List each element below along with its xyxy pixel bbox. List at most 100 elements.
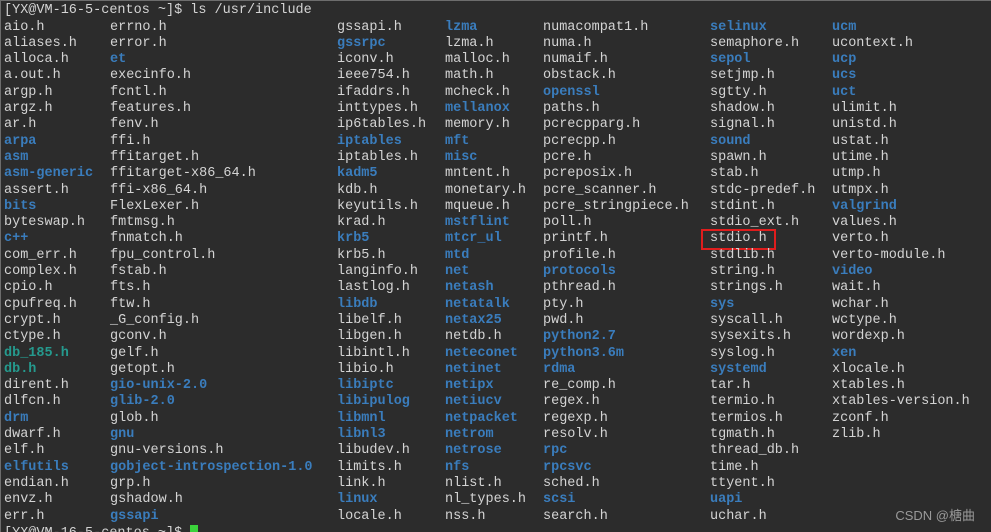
listing-row: kdb.h xyxy=(337,183,426,199)
file-entry: values.h xyxy=(832,215,897,231)
listing-row: malloc.h xyxy=(445,52,526,68)
listing-row: valgrind xyxy=(832,199,970,215)
listing-row: nfs xyxy=(445,460,526,476)
file-entry: cpufreq.h xyxy=(4,296,77,312)
file-entry: pthread.h xyxy=(543,280,616,296)
listing-row: tgmath.h xyxy=(710,427,815,443)
directory-entry: libdb xyxy=(337,296,378,312)
file-entry: crypt.h xyxy=(4,312,61,328)
listing-row: gssapi xyxy=(110,509,313,525)
listing-row: spawn.h xyxy=(710,150,815,166)
directory-entry: elfutils xyxy=(4,459,69,475)
listing-row: ffitarget.h xyxy=(110,150,313,166)
listing-row: profile.h xyxy=(543,248,689,264)
listing-row: gconv.h xyxy=(110,329,313,345)
file-entry: netdb.h xyxy=(445,329,502,345)
file-entry: ffitarget-x86_64.h xyxy=(110,166,256,182)
listing-row: resolv.h xyxy=(543,427,689,443)
listing-row: xen xyxy=(832,346,970,362)
file-entry: ffi.h xyxy=(110,133,151,149)
file-entry: zconf.h xyxy=(832,410,889,426)
listing-row: c++ xyxy=(4,231,93,247)
directory-entry: protocols xyxy=(543,264,616,280)
file-entry: fpu_control.h xyxy=(110,247,216,263)
file-entry: ftw.h xyxy=(110,296,151,312)
directory-entry: gio-unix-2.0 xyxy=(110,378,208,394)
directory-entry: mtd xyxy=(445,247,470,263)
file-entry: termio.h xyxy=(710,394,775,410)
listing-row: endian.h xyxy=(4,476,93,492)
listing-row: elfutils xyxy=(4,460,93,476)
terminal-window[interactable]: [YX@VM-16-5-centos ~]$ ls /usr/include ai… xyxy=(0,0,991,532)
listing-row: arpa xyxy=(4,134,93,150)
listing-row: gio-unix-2.0 xyxy=(110,378,313,394)
listing-row: wait.h xyxy=(832,280,970,296)
listing-row: libdb xyxy=(337,297,426,313)
csdn-watermark: CSDN @榶曲 xyxy=(895,507,975,523)
file-entry: assert.h xyxy=(4,182,69,198)
listing-row: aio.h xyxy=(4,20,93,36)
listing-row: stdc-predef.h xyxy=(710,183,815,199)
file-entry: verto.h xyxy=(832,231,889,247)
listing-row: pcre_scanner.h xyxy=(543,183,689,199)
directory-entry: mft xyxy=(445,133,470,149)
listing-row: python2.7 xyxy=(543,329,689,345)
listing-row: memory.h xyxy=(445,117,526,133)
listing-row: sound xyxy=(710,134,815,150)
listing-row: elf.h xyxy=(4,443,93,459)
listing-row: fenv.h xyxy=(110,117,313,133)
listing-row: printf.h xyxy=(543,231,689,247)
listing-row: netax25 xyxy=(445,313,526,329)
directory-entry: xen xyxy=(832,345,857,361)
listing-row: nl_types.h xyxy=(445,492,526,508)
file-entry: xlocale.h xyxy=(832,361,905,377)
listing-row: dirent.h xyxy=(4,378,93,394)
symlink-entry: db.h xyxy=(4,361,37,377)
file-entry: alloca.h xyxy=(4,52,69,68)
listing-row: unistd.h xyxy=(832,117,970,133)
listing-row: strings.h xyxy=(710,280,815,296)
listing-row: asm-generic xyxy=(4,166,93,182)
listing-row: uapi xyxy=(710,492,815,508)
file-entry: syscall.h xyxy=(710,312,783,328)
listing-row: sys xyxy=(710,297,815,313)
file-entry: iconv.h xyxy=(337,52,394,68)
listing-row: pcrecpp.h xyxy=(543,134,689,150)
file-entry: libio.h xyxy=(337,361,394,377)
shell-prompt: [YX@VM-16-5-centos ~]$ xyxy=(4,3,183,18)
listing-row: net xyxy=(445,264,526,280)
directory-entry: et xyxy=(110,52,127,68)
listing-output: aio.h aliases.h alloca.h a.out.h argp.h argz.… xyxy=(0,20,991,532)
listing-row: string.h xyxy=(710,264,815,280)
file-entry: time.h xyxy=(710,459,759,475)
listing-row: misc xyxy=(445,150,526,166)
file-entry: error.h xyxy=(110,35,167,51)
listing-row: pcre.h xyxy=(543,150,689,166)
directory-entry: lzma xyxy=(445,19,478,35)
listing-row: utime.h xyxy=(832,150,970,166)
listing-row: zconf.h xyxy=(832,411,970,427)
file-entry: numa.h xyxy=(543,35,592,51)
file-entry: pwd.h xyxy=(543,312,584,328)
listing-row: libio.h xyxy=(337,362,426,378)
listing-row: numacompat1.h xyxy=(543,20,689,36)
file-entry: fnmatch.h xyxy=(110,231,183,247)
file-entry: fstab.h xyxy=(110,264,167,280)
file-entry: lastlog.h xyxy=(337,280,410,296)
listing-row: gelf.h xyxy=(110,346,313,362)
listing-row: krad.h xyxy=(337,215,426,231)
listing-row: dlfcn.h xyxy=(4,394,93,410)
file-entry: mntent.h xyxy=(445,166,510,182)
file-entry: krb5.h xyxy=(337,247,386,263)
file-entry: glob.h xyxy=(110,410,159,426)
file-entry: krad.h xyxy=(337,215,386,231)
listing-column-2: errno.h error.h et execinfo.h fcntl.h feature… xyxy=(110,20,313,525)
file-entry: spawn.h xyxy=(710,149,767,165)
file-entry: monetary.h xyxy=(445,182,527,198)
directory-entry: kadm5 xyxy=(337,166,378,182)
listing-row: argp.h xyxy=(4,85,93,101)
listing-row: fnmatch.h xyxy=(110,231,313,247)
file-entry: kdb.h xyxy=(337,182,378,198)
listing-row: netinet xyxy=(445,362,526,378)
file-entry: thread_db.h xyxy=(710,443,800,459)
